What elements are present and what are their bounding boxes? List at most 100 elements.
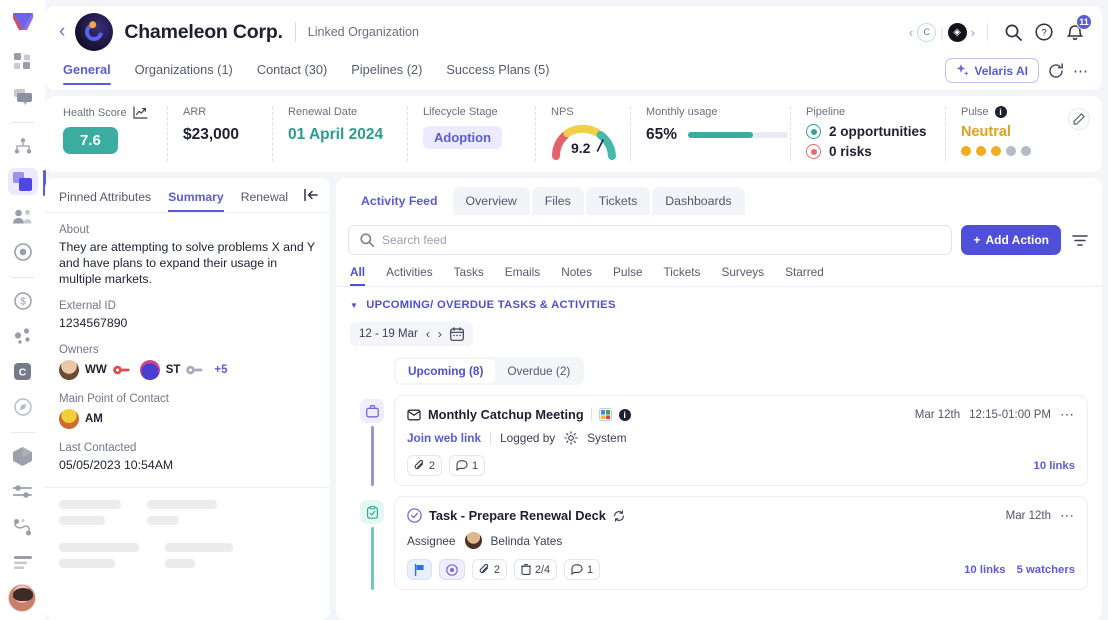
avatar[interactable] — [140, 360, 160, 380]
tab-files[interactable]: Files — [532, 187, 584, 215]
owners-list: WW ST — [59, 360, 316, 380]
record-pager[interactable]: ‹ C | ◈ › — [909, 23, 975, 42]
calendar-icon[interactable] — [450, 327, 464, 341]
notifications-bell-icon[interactable]: 11 — [1062, 19, 1088, 45]
velaris-ai-button[interactable]: Velaris AI — [945, 58, 1039, 83]
meeting-time: 12:15-01:00 PM — [969, 409, 1051, 421]
task-more-icon[interactable]: ⋯ — [1060, 507, 1075, 524]
cube-icon[interactable] — [8, 443, 38, 469]
tab-summary[interactable]: Summary — [168, 190, 224, 212]
chip-tasks[interactable]: Tasks — [454, 265, 484, 286]
pager-avatar-1[interactable]: C — [917, 23, 936, 42]
back-button[interactable]: ‹ — [59, 21, 65, 43]
task-watchers-count[interactable]: 5 watchers — [1017, 564, 1075, 576]
tab-pinned-attributes[interactable]: Pinned Attributes — [59, 190, 151, 212]
pulse-rating-dots — [961, 146, 1095, 156]
network-icon[interactable] — [8, 323, 38, 349]
more-options-icon[interactable]: ⋯ — [1073, 62, 1088, 80]
date-prev-icon[interactable]: ‹ — [426, 327, 430, 341]
checklist-pill[interactable]: 2/4 — [514, 559, 557, 580]
lifecycle-stage-label: Lifecycle Stage — [423, 106, 535, 118]
edit-metrics-icon[interactable] — [1068, 108, 1090, 130]
meeting-links-count[interactable]: 10 links — [1034, 460, 1075, 472]
search-feed-input[interactable]: Search feed — [348, 225, 952, 255]
comments-pill[interactable]: 1 — [449, 455, 485, 476]
tab-success-plans[interactable]: Success Plans (5) — [446, 62, 549, 85]
refresh-icon[interactable] — [1048, 63, 1064, 79]
grid-icon[interactable] — [8, 48, 38, 74]
avatar[interactable] — [465, 532, 482, 549]
chip-notes[interactable]: Notes — [561, 265, 592, 286]
tab-general[interactable]: General — [63, 62, 111, 85]
chip-tickets[interactable]: Tickets — [664, 265, 701, 286]
info-icon[interactable]: i — [995, 106, 1007, 118]
tab-dashboards[interactable]: Dashboards — [652, 187, 744, 215]
chip-activities[interactable]: Activities — [386, 265, 433, 286]
chip-surveys[interactable]: Surveys — [721, 265, 764, 286]
sliders-icon[interactable] — [8, 479, 38, 505]
pager-avatar-2[interactable]: ◈ — [948, 23, 967, 42]
org-header: ‹ Chameleon Corp. Linked Organization ‹ … — [45, 6, 1102, 90]
meeting-more-icon[interactable]: ⋯ — [1060, 406, 1075, 423]
pager-prev-icon[interactable]: ‹ — [909, 25, 913, 40]
tab-organizations[interactable]: Organizations (1) — [135, 62, 233, 85]
task-attachments-pill[interactable]: 2 — [472, 559, 507, 580]
tab-pipelines[interactable]: Pipelines (2) — [351, 62, 422, 85]
hierarchy-icon[interactable] — [8, 133, 38, 159]
task-comments-pill[interactable]: 1 — [564, 559, 600, 580]
avatar[interactable] — [59, 360, 79, 380]
tab-renewal[interactable]: Renewal — [241, 190, 288, 212]
date-next-icon[interactable]: › — [438, 327, 442, 341]
filter-icon[interactable] — [1070, 234, 1090, 247]
toggle-overdue[interactable]: Overdue (2) — [495, 359, 582, 383]
help-icon[interactable]: ? — [1031, 19, 1057, 45]
search-feed-placeholder: Search feed — [382, 233, 447, 247]
velaris-logo-icon[interactable] — [8, 8, 38, 34]
join-web-link[interactable]: Join web link — [407, 431, 481, 445]
info-icon[interactable]: i — [619, 409, 631, 421]
chip-pulse[interactable]: Pulse — [613, 265, 643, 286]
chip-emails[interactable]: Emails — [505, 265, 540, 286]
rail-divider-3 — [11, 432, 35, 433]
tab-contact[interactable]: Contact (30) — [257, 62, 327, 85]
usage-progress-bar — [688, 132, 788, 138]
c-badge-icon[interactable]: C — [8, 359, 38, 385]
metric-pulse: Pulse i Neutral — [945, 96, 1095, 172]
sparkle-icon — [956, 64, 969, 77]
avatar[interactable] — [59, 409, 79, 429]
priority-flag-pill[interactable] — [407, 559, 432, 580]
upcoming-section-header[interactable]: ▼ UPCOMING/ OVERDUE TASKS & ACTIVITIES — [350, 299, 1088, 311]
calendar-app-icon[interactable] — [599, 408, 612, 421]
activity-card-meeting[interactable]: Monthly Catchup Meeting — [394, 395, 1088, 486]
pipeline-risks: 0 risks — [829, 144, 872, 159]
task-links-count[interactable]: 10 links — [964, 564, 1005, 576]
timeline-gutter-2 — [350, 496, 394, 590]
date-range-picker[interactable]: 12 - 19 Mar ‹ › — [350, 322, 473, 346]
compass-icon[interactable] — [8, 394, 38, 420]
tab-tickets[interactable]: Tickets — [586, 187, 651, 215]
dollar-icon[interactable]: $ — [8, 288, 38, 314]
tab-overview[interactable]: Overview — [453, 187, 530, 215]
target-icon[interactable] — [8, 239, 38, 265]
tab-activity-feed[interactable]: Activity Feed — [348, 187, 451, 215]
add-action-button[interactable]: + Add Action — [961, 225, 1061, 255]
workflow-icon[interactable] — [8, 514, 38, 540]
toggle-upcoming[interactable]: Upcoming (8) — [396, 359, 495, 383]
trend-chart-icon[interactable] — [133, 106, 148, 119]
task-check-icon[interactable] — [407, 508, 422, 523]
list-icon[interactable] — [8, 549, 38, 575]
owners-more-link[interactable]: +5 — [214, 364, 227, 376]
user-avatar[interactable] — [8, 584, 36, 612]
chip-all[interactable]: All — [350, 265, 365, 286]
attachments-pill[interactable]: 2 — [407, 455, 442, 476]
collapse-panel-icon[interactable] — [304, 189, 318, 201]
status-target-pill[interactable] — [439, 559, 465, 580]
activity-card-task[interactable]: Task - Prepare Renewal Deck — [394, 496, 1088, 590]
search-icon[interactable] — [1000, 19, 1026, 45]
plus-icon: + — [973, 233, 980, 247]
people-icon[interactable] — [8, 204, 38, 230]
chip-starred[interactable]: Starred — [785, 265, 824, 286]
sidebar-item-organizations[interactable] — [8, 168, 38, 194]
chat-icon[interactable] — [8, 84, 38, 110]
pager-next-icon[interactable]: › — [971, 25, 975, 40]
